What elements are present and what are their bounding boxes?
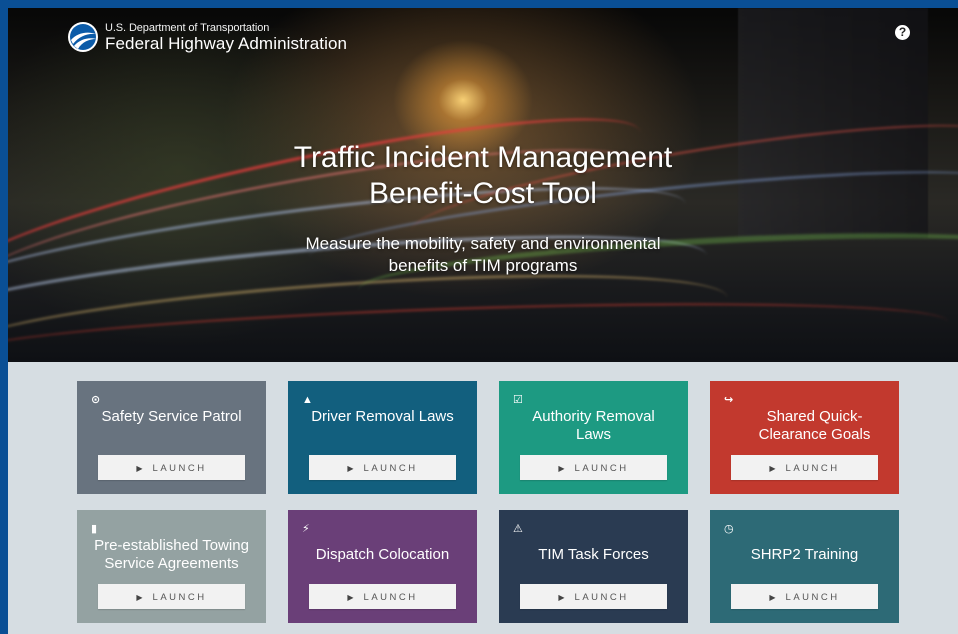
launch-button[interactable]: ▶ LAUNCH [520,584,667,609]
card-safety-service-patrol: ⊙ Safety Service Patrol ▶ LAUNCH [77,381,266,494]
card-title: Shared Quick-Clearance Goals [758,408,871,443]
app-frame: U.S. Department of Transportation Federa… [8,8,958,634]
launch-button[interactable]: ▶ LAUNCH [731,584,878,609]
card-dispatch-colocation: ⚡ Dispatch Colocation ▶ LAUNCH [288,510,477,623]
card-tim-task-forces: ⚠ TIM Task Forces ▶ LAUNCH [499,510,688,623]
target-icon: ⊙ [91,394,101,406]
launch-button[interactable]: ▶ LAUNCH [309,584,456,609]
agency-name: Federal Highway Administration [105,33,348,53]
launch-button[interactable]: ▶ LAUNCH [98,584,245,609]
card-title: Dispatch Colocation [315,546,450,563]
card-title: Driver Removal Laws [311,408,454,425]
launch-button[interactable]: ▶ LAUNCH [731,455,878,480]
share-icon: ↪ [724,394,734,406]
clock-icon: ◷ [724,523,734,535]
hero-banner: U.S. Department of Transportation Federa… [8,8,958,362]
edit-check-icon: ☑ [513,394,523,406]
dot-logo-icon [68,22,98,52]
launch-button[interactable]: ▶ LAUNCH [309,455,456,480]
card-title: Pre-established Towing Service Agreement… [94,537,249,572]
agency-subtitle: U.S. Department of Transportation [105,21,270,34]
lightning-icon: ⚡ [302,523,310,535]
card-title: Authority Removal Laws [532,408,655,443]
card-authority-removal-laws: ☑ Authority Removal Laws ▶ LAUNCH [499,381,688,494]
file-icon: ▮ [91,523,98,535]
card-title: TIM Task Forces [538,546,649,563]
question-circle-icon[interactable]: ? [895,25,910,40]
card-towing-service-agreements: ▮ Pre-established Towing Service Agreeme… [77,510,266,623]
road-icon: ▲ [302,394,313,406]
card-title: Safety Service Patrol [101,408,242,425]
page-title: Traffic Incident Management Benefit-Cost… [293,141,673,210]
warning-icon: ⚠ [513,523,523,535]
launch-button[interactable]: ▶ LAUNCH [98,455,245,480]
fhwa-logo[interactable]: U.S. Department of Transportation Federa… [67,21,347,53]
card-title: SHRP2 Training [750,546,859,563]
launch-button[interactable]: ▶ LAUNCH [520,455,667,480]
page-subtitle: Measure the mobility, safety and environ… [305,234,661,275]
card-shrp2-training: ◷ SHRP2 Training ▶ LAUNCH [710,510,899,623]
card-shared-quick-clearance-goals: ↪ Shared Quick-Clearance Goals ▶ LAUNCH [710,381,899,494]
card-driver-removal-laws: ▲ Driver Removal Laws ▶ LAUNCH [288,381,477,494]
